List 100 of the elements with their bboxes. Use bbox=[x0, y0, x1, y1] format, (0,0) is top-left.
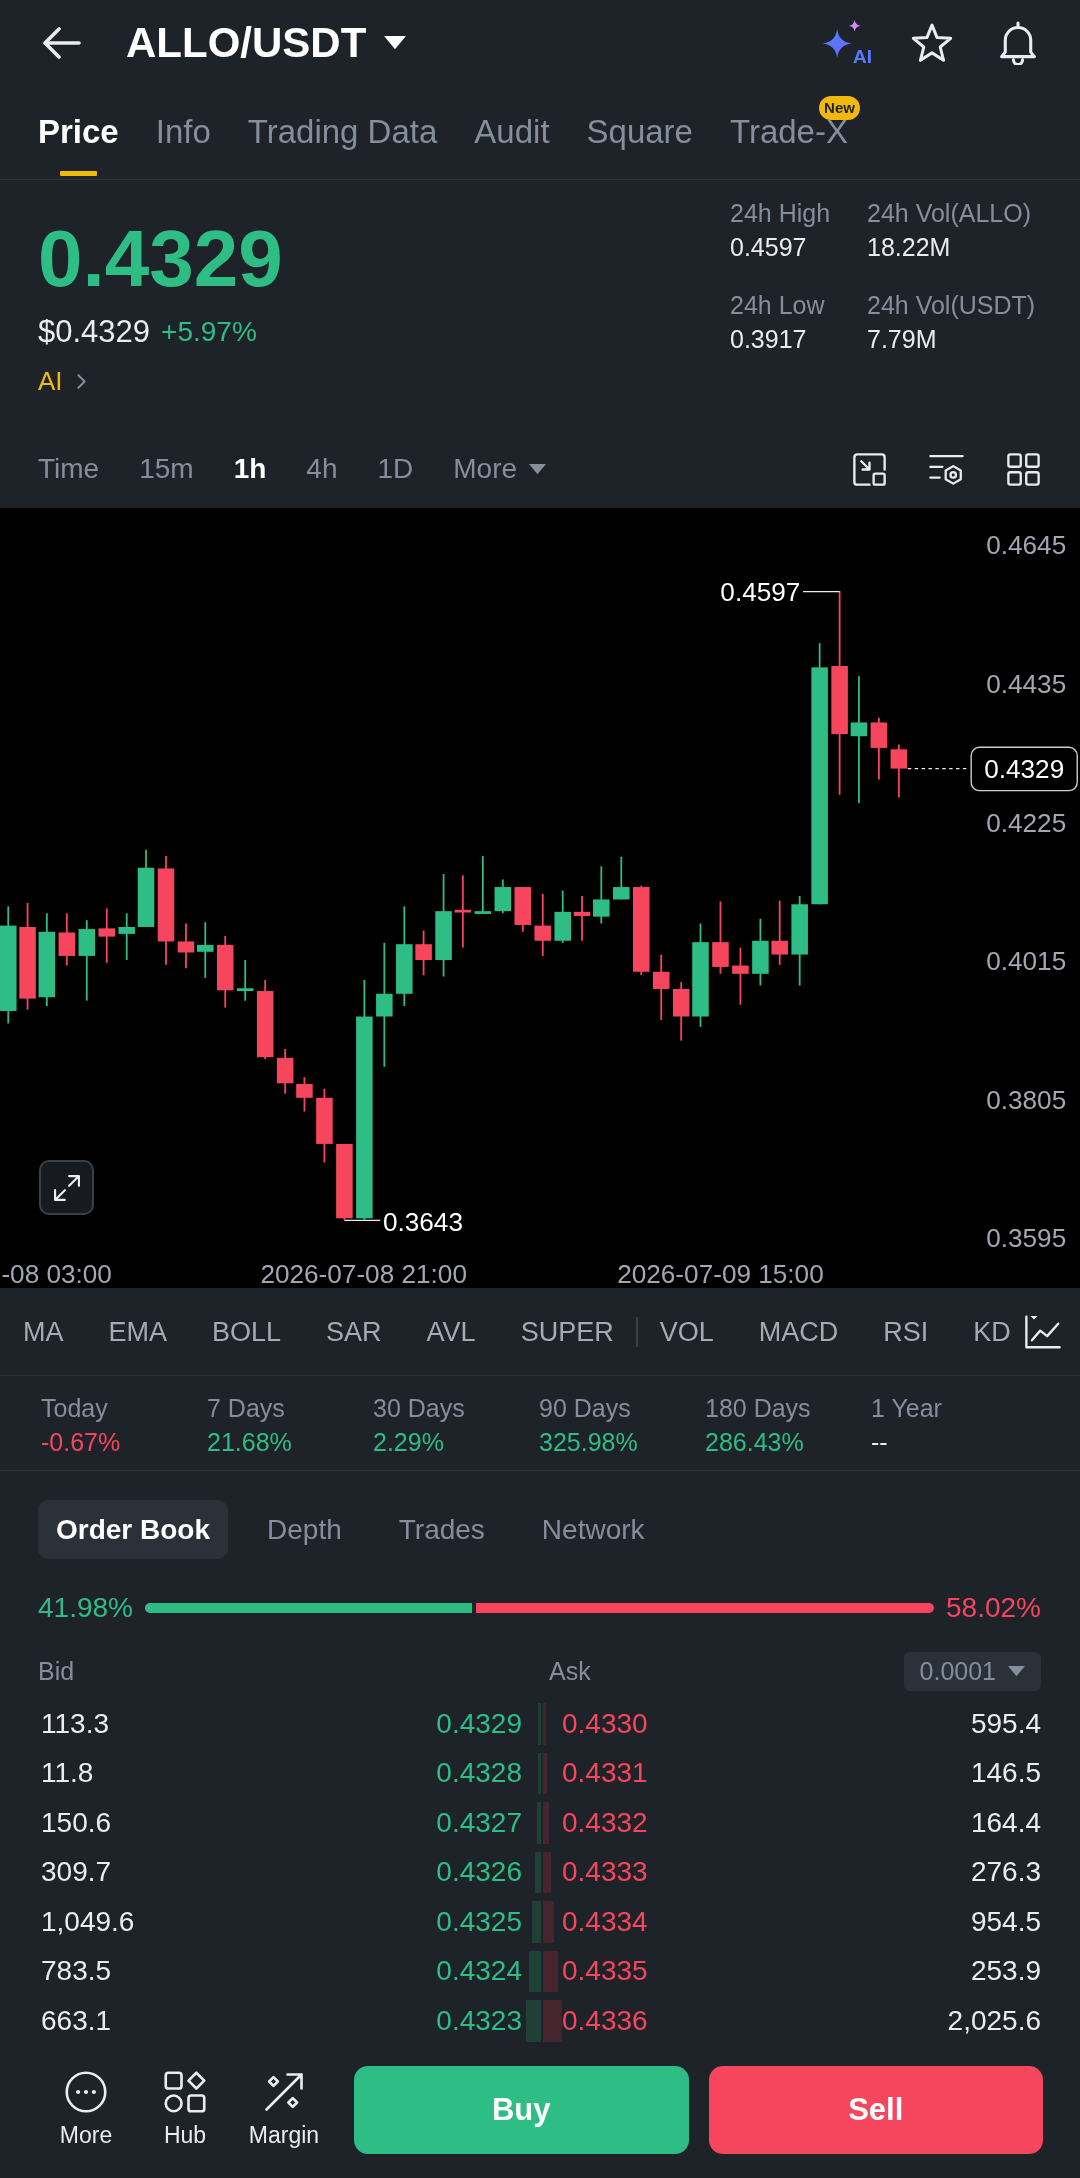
indicator-tab[interactable]: RSI bbox=[883, 1314, 929, 1349]
page-tab[interactable]: Audit bbox=[474, 85, 550, 179]
ask-share: 58.02% bbox=[946, 1591, 1041, 1625]
page-tab[interactable]: Info bbox=[155, 85, 211, 179]
ask-amount: 164.4 bbox=[970, 1805, 1041, 1840]
expand-icon bbox=[53, 1174, 80, 1201]
ask-depth-bar bbox=[543, 1901, 554, 1943]
indicator-tab[interactable]: SAR bbox=[326, 1314, 382, 1349]
down-candle bbox=[98, 907, 116, 964]
price-axis-label: 0.4015 bbox=[986, 946, 1067, 977]
period-change: -0.67% bbox=[41, 1427, 121, 1458]
ask-depth-bar bbox=[543, 1703, 546, 1745]
more-icon bbox=[65, 2071, 107, 2113]
ask-price: 0.4334 bbox=[562, 1904, 648, 1939]
interval-tab[interactable]: 1h bbox=[233, 451, 267, 487]
stat-value: 0.3917 bbox=[730, 324, 808, 355]
bid-price: 0.4329 bbox=[436, 1706, 522, 1741]
arrow-diamonds-icon bbox=[263, 2071, 305, 2113]
indicator-tab[interactable]: MACD bbox=[758, 1314, 839, 1349]
bid-amount: 150.6 bbox=[41, 1805, 112, 1840]
period-change: 21.68% bbox=[207, 1427, 292, 1458]
indicator-tab[interactable]: VOL bbox=[659, 1314, 714, 1349]
star-icon[interactable] bbox=[911, 22, 953, 63]
back-arrow-icon[interactable] bbox=[43, 26, 81, 59]
sell-button[interactable]: Sell bbox=[708, 2066, 1043, 2154]
time-axis-label: 2026-07-09 15:00 bbox=[617, 1259, 824, 1288]
period-label: Today bbox=[41, 1393, 108, 1424]
last-price: 0.4329 bbox=[38, 219, 283, 299]
up-candle bbox=[197, 921, 214, 979]
book-tab[interactable]: Order Book bbox=[38, 1500, 229, 1559]
ai-link[interactable]: AI bbox=[38, 367, 86, 395]
up-candle bbox=[494, 878, 512, 915]
ai-assistant-button[interactable]: AI bbox=[822, 19, 872, 66]
ask-amount: 276.3 bbox=[970, 1855, 1041, 1890]
book-tab[interactable]: Network bbox=[523, 1500, 663, 1559]
down-candle bbox=[573, 895, 591, 942]
ask-price: 0.4335 bbox=[562, 1954, 648, 1989]
bid-amount: 783.5 bbox=[41, 1954, 112, 1989]
stat-label: 24h High bbox=[730, 198, 832, 229]
bid-depth-bar bbox=[535, 1851, 541, 1893]
interval-tab[interactable]: 1D bbox=[377, 451, 414, 487]
indicator-tab[interactable]: AVL bbox=[426, 1314, 476, 1349]
page-tab[interactable]: Square bbox=[586, 85, 693, 179]
down-candle bbox=[890, 743, 908, 799]
up-candle bbox=[236, 959, 254, 1002]
page-tab[interactable]: Price bbox=[38, 85, 119, 179]
line-chart-icon[interactable] bbox=[1025, 1314, 1061, 1349]
down-candle bbox=[534, 893, 551, 957]
usd-price: $0.4329 bbox=[38, 317, 151, 347]
bid-amount: 113.3 bbox=[41, 1706, 109, 1741]
down-candle bbox=[870, 716, 888, 781]
page-tab[interactable]: Trade-X New bbox=[729, 85, 860, 179]
pair-selector[interactable]: ALLO/USDT bbox=[126, 17, 407, 68]
indicator-tab[interactable]: KD bbox=[973, 1314, 1011, 1349]
ask-amount: 253.9 bbox=[970, 1954, 1041, 1989]
interval-tab[interactable]: More bbox=[453, 451, 547, 487]
period-label: 7 Days bbox=[207, 1393, 285, 1424]
precision-dropdown[interactable]: 0.0001 bbox=[903, 1651, 1041, 1691]
bell-icon[interactable] bbox=[998, 20, 1038, 65]
time-axis-label: -08 03:00 bbox=[1, 1259, 112, 1288]
new-badge: New bbox=[819, 96, 860, 120]
lines-hexagon-icon[interactable] bbox=[929, 452, 964, 486]
down-candle bbox=[296, 1076, 313, 1113]
frame-arrow-icon[interactable] bbox=[853, 452, 886, 486]
interval-tab[interactable]: 15m bbox=[139, 451, 194, 487]
grid-icon[interactable] bbox=[1007, 452, 1040, 486]
ask-depth-bar bbox=[543, 1752, 547, 1794]
indicator-tab[interactable]: EMA bbox=[108, 1314, 167, 1349]
price-change: +5.97% bbox=[161, 317, 257, 347]
interval-tab[interactable]: Time bbox=[38, 451, 100, 487]
shapes-icon bbox=[164, 2071, 206, 2113]
more-button[interactable]: More bbox=[41, 2066, 131, 2149]
caret-down-icon bbox=[529, 463, 547, 475]
indicator-tab[interactable]: SUPER bbox=[520, 1314, 614, 1349]
bid-amount: 309.7 bbox=[41, 1855, 112, 1890]
indicator-tab[interactable]: MA bbox=[23, 1314, 64, 1349]
ask-depth-bar bbox=[543, 1802, 549, 1844]
period-change: 325.98% bbox=[539, 1427, 638, 1458]
stat-value: 7.79M bbox=[867, 324, 938, 355]
bid-depth-bar bbox=[529, 1950, 541, 1992]
indicator-tab[interactable]: BOLL bbox=[212, 1314, 282, 1349]
bid-price: 0.4325 bbox=[436, 1904, 522, 1939]
bid-price: 0.4327 bbox=[436, 1805, 522, 1840]
hub-button[interactable]: Hub bbox=[140, 2066, 230, 2149]
book-tab[interactable]: Trades bbox=[380, 1500, 503, 1559]
margin-button[interactable]: Margin bbox=[239, 2066, 329, 2149]
fullscreen-button[interactable] bbox=[39, 1160, 94, 1215]
interval-tab[interactable]: 4h bbox=[306, 451, 338, 487]
up-candle bbox=[613, 855, 630, 901]
bid-price: 0.4323 bbox=[436, 2003, 522, 2038]
ask-amount: 954.5 bbox=[970, 1904, 1041, 1939]
ask-price: 0.4332 bbox=[562, 1805, 648, 1840]
ask-amount: 595.4 bbox=[970, 1706, 1041, 1741]
book-tab[interactable]: Depth bbox=[249, 1500, 360, 1559]
caret-down-icon bbox=[1008, 1665, 1025, 1677]
price-axis-label: 0.3595 bbox=[986, 1223, 1067, 1254]
page-tab[interactable]: Trading Data bbox=[247, 85, 438, 179]
low-price-label: 0.3643 bbox=[382, 1206, 463, 1237]
up-candle bbox=[752, 917, 769, 987]
period-label: 180 Days bbox=[705, 1393, 811, 1424]
